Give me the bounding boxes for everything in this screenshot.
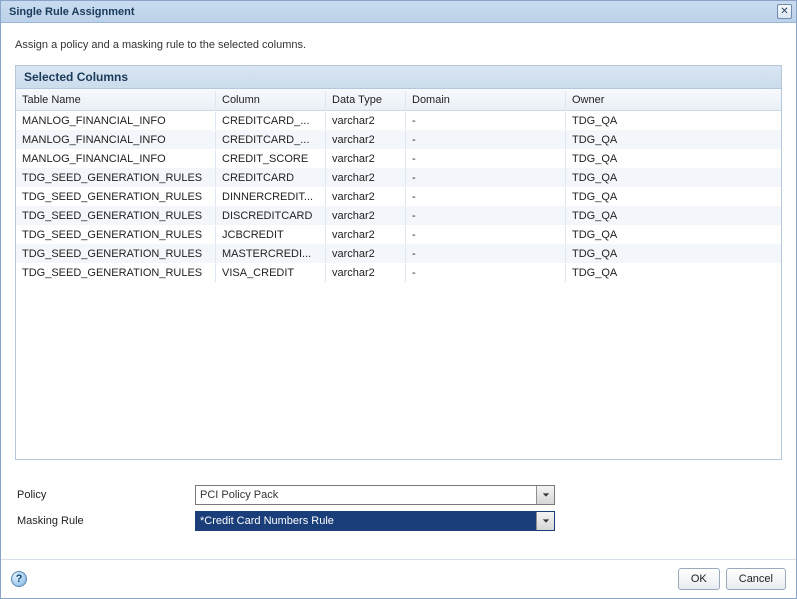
cell-data-type: varchar2	[326, 188, 406, 206]
grid-body: MANLOG_FINANCIAL_INFOCREDITCARD_...varch…	[16, 111, 781, 282]
close-icon: ✕	[780, 6, 788, 17]
policy-label: Policy	[15, 489, 195, 501]
selected-columns-panel: Selected Columns Table Name Column Data …	[15, 65, 782, 460]
cell-owner: TDG_QA	[566, 226, 781, 244]
instruction-text: Assign a policy and a masking rule to th…	[15, 39, 782, 51]
cell-table-name: MANLOG_FINANCIAL_INFO	[16, 131, 216, 149]
cell-table-name: TDG_SEED_GENERATION_RULES	[16, 188, 216, 206]
cell-column: VISA_CREDIT	[216, 264, 326, 282]
cell-domain: -	[406, 226, 566, 244]
cancel-button[interactable]: Cancel	[726, 568, 786, 590]
cell-data-type: varchar2	[326, 150, 406, 168]
masking-rule-dropdown-button[interactable]	[536, 512, 554, 530]
policy-row: Policy PCI Policy Pack	[15, 482, 782, 508]
cell-domain: -	[406, 112, 566, 130]
cell-domain: -	[406, 188, 566, 206]
close-button[interactable]: ✕	[777, 4, 792, 19]
masking-rule-row: Masking Rule *Credit Card Numbers Rule	[15, 508, 782, 534]
masking-rule-value: *Credit Card Numbers Rule	[196, 515, 536, 527]
table-row[interactable]: TDG_SEED_GENERATION_RULESDISCREDITCARDva…	[16, 206, 781, 225]
cell-table-name: TDG_SEED_GENERATION_RULES	[16, 169, 216, 187]
help-icon: ?	[16, 573, 23, 585]
table-row[interactable]: TDG_SEED_GENERATION_RULESMASTERCREDI...v…	[16, 244, 781, 263]
cell-domain: -	[406, 150, 566, 168]
table-row[interactable]: TDG_SEED_GENERATION_RULESCREDITCARDvarch…	[16, 168, 781, 187]
cell-data-type: varchar2	[326, 169, 406, 187]
cell-table-name: MANLOG_FINANCIAL_INFO	[16, 150, 216, 168]
header-domain[interactable]: Domain	[406, 91, 566, 109]
table-row[interactable]: TDG_SEED_GENERATION_RULESDINNERCREDIT...…	[16, 187, 781, 206]
table-row[interactable]: MANLOG_FINANCIAL_INFOCREDITCARD_...varch…	[16, 130, 781, 149]
table-row[interactable]: MANLOG_FINANCIAL_INFOCREDITCARD_...varch…	[16, 111, 781, 130]
cell-domain: -	[406, 245, 566, 263]
titlebar: Single Rule Assignment ✕	[1, 1, 796, 23]
cell-owner: TDG_QA	[566, 207, 781, 225]
cell-domain: -	[406, 207, 566, 225]
cell-data-type: varchar2	[326, 226, 406, 244]
cell-column: JCBCREDIT	[216, 226, 326, 244]
cell-owner: TDG_QA	[566, 169, 781, 187]
cell-column: CREDIT_SCORE	[216, 150, 326, 168]
table-row[interactable]: MANLOG_FINANCIAL_INFOCREDIT_SCOREvarchar…	[16, 149, 781, 168]
chevron-down-icon	[542, 517, 550, 525]
cell-owner: TDG_QA	[566, 150, 781, 168]
table-row[interactable]: TDG_SEED_GENERATION_RULESJCBCREDITvarcha…	[16, 225, 781, 244]
header-table-name[interactable]: Table Name	[16, 91, 216, 109]
panel-title: Selected Columns	[16, 66, 781, 89]
policy-value: PCI Policy Pack	[196, 489, 536, 501]
dialog-footer: ? OK Cancel	[1, 559, 796, 598]
masking-rule-combobox[interactable]: *Credit Card Numbers Rule	[195, 511, 555, 531]
header-data-type[interactable]: Data Type	[326, 91, 406, 109]
cell-data-type: varchar2	[326, 245, 406, 263]
cell-domain: -	[406, 131, 566, 149]
masking-rule-label: Masking Rule	[15, 515, 195, 527]
cell-column: DINNERCREDIT...	[216, 188, 326, 206]
cell-data-type: varchar2	[326, 131, 406, 149]
cell-owner: TDG_QA	[566, 188, 781, 206]
chevron-down-icon	[542, 491, 550, 499]
dialog-body: Assign a policy and a masking rule to th…	[1, 23, 796, 559]
cell-column: CREDITCARD_...	[216, 131, 326, 149]
grid-header-row: Table Name Column Data Type Domain Owner	[16, 89, 781, 111]
header-column[interactable]: Column	[216, 91, 326, 109]
cell-column: MASTERCREDI...	[216, 245, 326, 263]
dialog-window: Single Rule Assignment ✕ Assign a policy…	[0, 0, 797, 599]
window-title: Single Rule Assignment	[9, 6, 777, 18]
cell-data-type: varchar2	[326, 112, 406, 130]
cell-domain: -	[406, 264, 566, 282]
table-row[interactable]: TDG_SEED_GENERATION_RULESVISA_CREDITvarc…	[16, 263, 781, 282]
cell-table-name: TDG_SEED_GENERATION_RULES	[16, 226, 216, 244]
cell-column: CREDITCARD	[216, 169, 326, 187]
cell-data-type: varchar2	[326, 207, 406, 225]
cell-table-name: TDG_SEED_GENERATION_RULES	[16, 245, 216, 263]
policy-combobox[interactable]: PCI Policy Pack	[195, 485, 555, 505]
ok-button[interactable]: OK	[678, 568, 720, 590]
cell-data-type: varchar2	[326, 264, 406, 282]
help-button[interactable]: ?	[11, 571, 27, 587]
policy-dropdown-button[interactable]	[536, 486, 554, 504]
form-area: Policy PCI Policy Pack Masking Rule *Cre…	[15, 460, 782, 534]
cell-domain: -	[406, 169, 566, 187]
cell-owner: TDG_QA	[566, 264, 781, 282]
cell-column: CREDITCARD_...	[216, 112, 326, 130]
cell-table-name: TDG_SEED_GENERATION_RULES	[16, 207, 216, 225]
cell-owner: TDG_QA	[566, 245, 781, 263]
header-owner[interactable]: Owner	[566, 91, 781, 109]
cell-table-name: MANLOG_FINANCIAL_INFO	[16, 112, 216, 130]
columns-grid: Table Name Column Data Type Domain Owner…	[16, 89, 781, 459]
cell-owner: TDG_QA	[566, 131, 781, 149]
cell-table-name: TDG_SEED_GENERATION_RULES	[16, 264, 216, 282]
cell-owner: TDG_QA	[566, 112, 781, 130]
cell-column: DISCREDITCARD	[216, 207, 326, 225]
